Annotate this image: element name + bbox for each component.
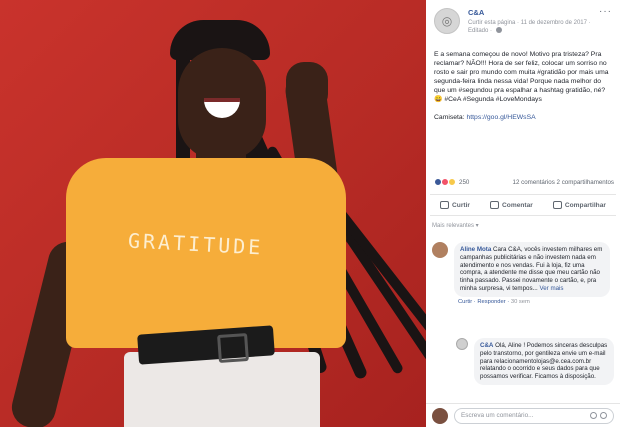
comment-icon bbox=[490, 201, 500, 209]
commenter-avatar[interactable] bbox=[432, 242, 448, 258]
comment-bubble: Aline Mota Cara C&A, vocês investem milh… bbox=[454, 242, 610, 297]
brand-avatar[interactable] bbox=[456, 338, 468, 350]
user-avatar bbox=[432, 407, 448, 424]
share-button[interactable]: Compartilhar bbox=[552, 201, 606, 209]
reply-author[interactable]: C&A bbox=[480, 342, 493, 349]
more-options-icon[interactable]: ··· bbox=[599, 6, 612, 17]
comment-like-link[interactable]: Curtir bbox=[458, 299, 472, 305]
reaction-count[interactable]: 250 bbox=[459, 179, 469, 186]
comment-time: 30 sem bbox=[510, 298, 530, 305]
emoji-icon[interactable] bbox=[590, 412, 597, 419]
camera-icon[interactable] bbox=[600, 412, 607, 419]
post-link-line: Camiseta: https://goo.gl/HEWsSA bbox=[434, 113, 612, 122]
reply-text: Olá, Aline ! Podemos sinceras desculpas … bbox=[480, 342, 608, 381]
comment-input-placeholder: Escreva um comentário... bbox=[461, 412, 534, 419]
post-body: E a semana começou de novo! Motivo pra t… bbox=[426, 44, 620, 122]
post-text: E a semana começou de novo! Motivo pra t… bbox=[434, 51, 609, 103]
reply-bubble: C&A Olá, Aline ! Podemos sinceras descul… bbox=[474, 338, 614, 385]
like-button[interactable]: Curtir bbox=[440, 201, 470, 209]
wow-reaction-icon bbox=[448, 178, 456, 186]
post-header: ◎ C&A Curtir esta página · 11 de dezembr… bbox=[426, 0, 620, 44]
post-link[interactable]: https://goo.gl/HEWsSA bbox=[467, 114, 536, 121]
globe-icon bbox=[495, 27, 502, 34]
thumbs-up-icon bbox=[440, 201, 450, 209]
comment-text: Cara C&A, vocês investem milhares em cam… bbox=[460, 246, 603, 292]
edited-label[interactable]: Editado · bbox=[468, 28, 492, 34]
hand bbox=[286, 62, 328, 112]
share-label: Compartilhar bbox=[564, 201, 606, 209]
post-link-label: Camiseta: bbox=[434, 114, 465, 121]
comment-button[interactable]: Comentar bbox=[490, 201, 533, 209]
post-meta: Curtir esta página · 11 de dezembro de 2… bbox=[468, 19, 591, 35]
comment-actions: Curtir · Responder · 30 sem bbox=[458, 298, 530, 305]
post-meta-text[interactable]: Curtir esta página · 11 de dezembro de 2… bbox=[468, 20, 591, 26]
page-avatar[interactable]: ◎ bbox=[434, 8, 460, 34]
see-more-link[interactable]: Ver mais bbox=[539, 285, 563, 292]
post-panel: ◎ C&A Curtir esta página · 11 de dezembr… bbox=[426, 0, 620, 427]
post-actions: Curtir Comentar Compartilhar bbox=[430, 194, 616, 216]
write-comment-bar: Escreva um comentário... bbox=[426, 403, 620, 427]
belt-buckle bbox=[217, 332, 249, 364]
post-photo[interactable]: GRATITUDE bbox=[0, 0, 426, 427]
page-name[interactable]: C&A bbox=[468, 8, 591, 17]
reply-comment: C&A Olá, Aline ! Podemos sinceras descul… bbox=[456, 338, 614, 385]
comments-shares-count[interactable]: 12 comentários 2 compartilhamentos bbox=[513, 179, 614, 186]
comment-label: Comentar bbox=[502, 201, 533, 209]
comment-input[interactable]: Escreva um comentário... bbox=[454, 407, 614, 424]
like-label: Curtir bbox=[452, 201, 470, 209]
reactions-bar[interactable]: 250 12 comentários 2 compartilhamentos bbox=[434, 176, 614, 188]
comment: Aline Mota Cara C&A, vocês investem milh… bbox=[432, 242, 610, 305]
comment-reply-link[interactable]: Responder bbox=[477, 299, 505, 305]
share-icon bbox=[552, 201, 562, 209]
comment-sort-dropdown[interactable]: Mais relevantes ▾ bbox=[432, 222, 479, 229]
comment-author[interactable]: Aline Mota bbox=[460, 246, 491, 253]
